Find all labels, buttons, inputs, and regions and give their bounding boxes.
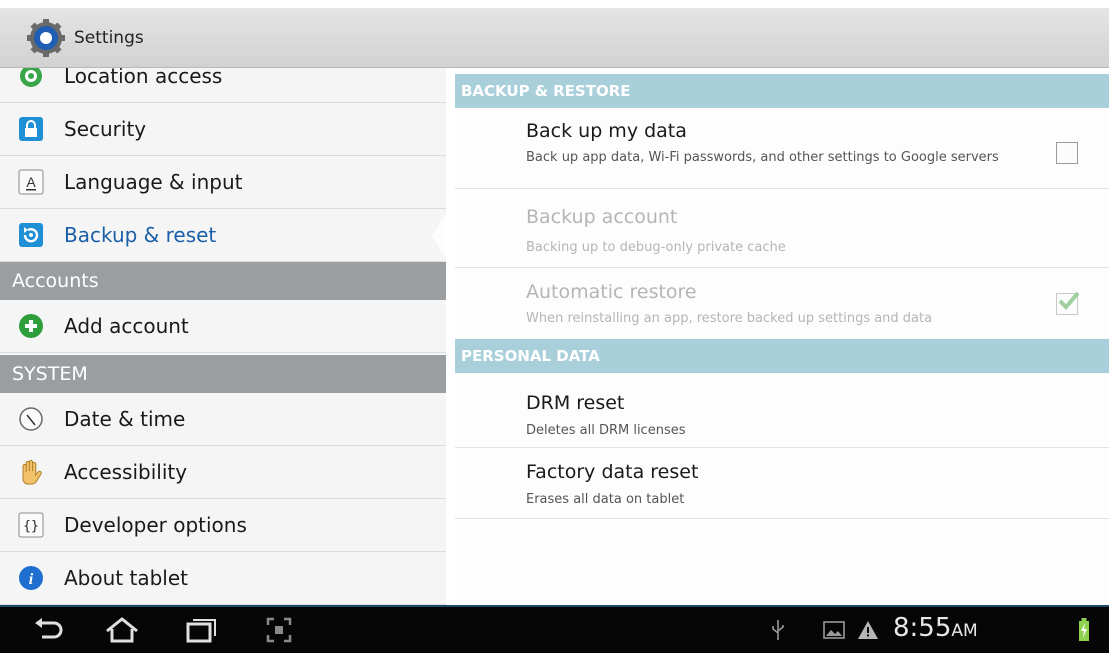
back-icon[interactable] [31, 615, 67, 645]
system-bar: 8:55AM [0, 605, 1109, 653]
menu-label: Backup & reset [64, 223, 217, 247]
menu-label: Accessibility [64, 460, 188, 484]
clock-icon [16, 404, 46, 434]
lock-icon [16, 114, 46, 144]
menu-item-security[interactable]: Security [0, 103, 446, 156]
menu-item-date-time[interactable]: Date & time [0, 393, 446, 446]
pref-title: DRM reset [526, 392, 625, 414]
backup-reset-panel: BACKUP & RESTORE Back up my data Back up… [455, 68, 1109, 605]
pref-summary: When reinstalling an app, restore backed… [526, 311, 933, 326]
warning-icon [855, 615, 881, 645]
pref-back-up-my-data[interactable]: Back up my data Back up app data, Wi-Fi … [455, 108, 1109, 189]
menu-item-about-tablet[interactable]: i About tablet [0, 552, 446, 605]
keyboard-a-icon: A [16, 167, 46, 197]
menu-label: Developer options [64, 513, 247, 537]
plus-icon [16, 311, 46, 341]
pref-title: Factory data reset [526, 461, 699, 483]
selection-indicator [432, 214, 446, 258]
clock-time: 8:55 [893, 613, 952, 643]
info-icon: i [16, 563, 46, 593]
checkmark-icon [1058, 291, 1079, 310]
menu-item-location-access[interactable]: Location access [0, 68, 446, 103]
hand-icon [16, 457, 46, 487]
menu-label: Language & input [64, 170, 243, 194]
menu-item-developer-options[interactable]: {} Developer options [0, 499, 446, 552]
recent-apps-icon[interactable] [183, 615, 219, 645]
pref-summary: Deletes all DRM licenses [526, 423, 686, 438]
backup-data-checkbox[interactable] [1056, 142, 1078, 164]
section-header-personal-data: PERSONAL DATA [455, 339, 1109, 373]
menu-label: Location access [64, 68, 223, 88]
image-notification-icon [821, 615, 847, 645]
pref-automatic-restore[interactable]: Automatic restore When reinstalling an a… [455, 269, 1109, 339]
settings-menu: Location access Security A Language & in… [0, 68, 446, 605]
automatic-restore-checkbox[interactable] [1056, 291, 1079, 315]
braces-icon: {} [16, 510, 46, 540]
section-header-system: SYSTEM [0, 355, 446, 393]
action-bar: Settings [0, 8, 1109, 68]
section-header-backup-restore: BACKUP & RESTORE [455, 74, 1109, 108]
pref-title: Backup account [526, 206, 678, 228]
menu-label: About tablet [64, 566, 188, 590]
pref-drm-reset[interactable]: DRM reset Deletes all DRM licenses [455, 374, 1109, 448]
location-icon [16, 68, 46, 91]
pref-summary: Erases all data on tablet [526, 492, 685, 507]
pref-backup-account[interactable]: Backup account Backing up to debug-only … [455, 190, 1109, 268]
home-icon[interactable] [104, 615, 140, 645]
menu-item-add-account[interactable]: Add account [0, 300, 446, 353]
clock-ampm: AM [951, 621, 978, 641]
svg-text:{}: {} [23, 519, 39, 534]
menu-label: Add account [64, 314, 189, 338]
app-title: Settings [74, 27, 144, 48]
pref-title: Automatic restore [526, 281, 697, 303]
battery-charging-icon [1076, 615, 1092, 645]
svg-text:A: A [26, 174, 36, 190]
section-header-accounts: Accounts [0, 262, 446, 300]
pref-summary: Back up app data, Wi-Fi passwords, and o… [526, 150, 999, 165]
menu-item-accessibility[interactable]: Accessibility [0, 446, 446, 499]
backup-icon [16, 220, 46, 250]
svg-text:i: i [29, 571, 34, 588]
pref-title: Back up my data [526, 120, 687, 142]
pref-summary: Backing up to debug-only private cache [526, 240, 786, 255]
menu-item-backup-reset[interactable]: Backup & reset [0, 209, 446, 262]
menu-item-language-input[interactable]: A Language & input [0, 156, 446, 209]
clock: 8:55AM [893, 613, 978, 643]
menu-label: Date & time [64, 407, 186, 431]
usb-icon [767, 615, 789, 645]
settings-gear-icon[interactable] [26, 18, 66, 58]
screenshot-icon[interactable] [261, 615, 297, 645]
menu-label: Security [64, 117, 147, 141]
pref-factory-data-reset[interactable]: Factory data reset Erases all data on ta… [455, 449, 1109, 519]
